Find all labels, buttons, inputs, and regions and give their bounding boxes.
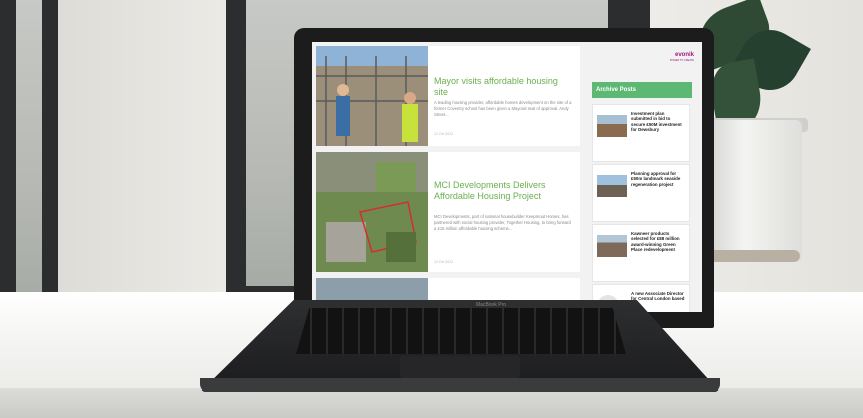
- plant-pot: [706, 120, 802, 262]
- brand-logo[interactable]: evonik: [675, 52, 694, 58]
- plant-saucer: [708, 250, 800, 262]
- archive-card-title[interactable]: Planning approval for £50m landmark seas…: [631, 171, 685, 187]
- archive-card-title[interactable]: Investment plan submitted in bid to secu…: [631, 111, 685, 133]
- archive-card-title[interactable]: Kawneer products selected for £88 millio…: [631, 231, 685, 253]
- archive-posts-heading: Archive Posts: [592, 82, 692, 98]
- post-thumbnail[interactable]: [316, 152, 428, 272]
- post-title[interactable]: MCI Developments Delivers Affordable Hou…: [434, 180, 574, 202]
- archive-card-image[interactable]: [597, 115, 627, 137]
- archive-card[interactable]: Kawneer products selected for £88 millio…: [592, 224, 690, 282]
- post-excerpt: A leading housing provider, affordable h…: [434, 100, 572, 117]
- laptop-base-edge: [200, 378, 720, 392]
- post-date: 12 Oct 2023: [434, 132, 454, 136]
- laptop-keyboard: [296, 308, 626, 354]
- post-date: 10 Oct 2023: [434, 260, 454, 264]
- archive-card-image[interactable]: [597, 175, 627, 197]
- brand-logo-tagline: POWER TO CREATE: [669, 59, 694, 62]
- post-excerpt: MCI Developments, part of national house…: [434, 214, 571, 231]
- window-glass-left: [16, 0, 42, 300]
- desk-edge: [0, 388, 863, 418]
- archive-card-image[interactable]: [597, 235, 627, 257]
- archive-card[interactable]: Investment plan submitted in bid to secu…: [592, 104, 690, 162]
- laptop-trackpad: [400, 356, 520, 378]
- post-thumbnail[interactable]: [316, 46, 428, 146]
- post-card[interactable]: Mayor visits affordable housing site A l…: [316, 46, 580, 146]
- laptop-screen: Mayor visits affordable housing site A l…: [312, 42, 702, 312]
- post-card[interactable]: MCI Developments Delivers Affordable Hou…: [316, 152, 580, 272]
- laptop-brand-label: MacBook Pro: [476, 302, 507, 308]
- sidebar: evonik POWER TO CREATE Archive Posts Inv…: [588, 42, 702, 312]
- archive-card[interactable]: Planning approval for £50m landmark seas…: [592, 164, 690, 222]
- archive-card-title[interactable]: A new Associate Director for Central Lon…: [631, 291, 685, 302]
- post-title[interactable]: Mayor visits affordable housing site: [434, 76, 574, 98]
